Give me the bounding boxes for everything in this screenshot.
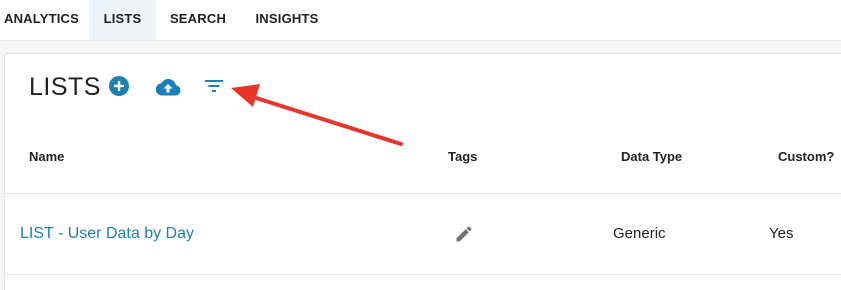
tab-lists[interactable]: LISTS	[89, 0, 156, 40]
custom-value: Yes	[769, 225, 794, 242]
table-divider	[5, 193, 841, 194]
edit-tags-button[interactable]	[454, 224, 474, 244]
list-name-link[interactable]: LIST - User Data by Day	[20, 225, 194, 243]
upload-list-button[interactable]	[155, 78, 181, 96]
filter-icon	[205, 80, 223, 92]
pencil-icon	[456, 226, 472, 242]
filter-button[interactable]	[205, 79, 223, 93]
column-header-tags[interactable]: Tags	[448, 149, 477, 164]
tab-search[interactable]: SEARCH	[158, 0, 238, 40]
table-divider	[5, 274, 841, 275]
top-navigation: ANALYTICS LISTS SEARCH INSIGHTS	[0, 0, 841, 41]
plus-circle-icon	[109, 76, 129, 96]
cloud-upload-icon	[155, 79, 181, 96]
column-header-data-type[interactable]: Data Type	[621, 149, 682, 164]
page-title: LISTS	[29, 73, 101, 101]
add-list-button[interactable]	[109, 76, 129, 96]
column-header-custom[interactable]: Custom?	[778, 149, 834, 164]
tab-analytics[interactable]: ANALYTICS	[0, 0, 88, 40]
data-type-value: Generic	[613, 225, 666, 242]
column-header-name[interactable]: Name	[29, 149, 64, 164]
tab-insights[interactable]: INSIGHTS	[244, 0, 330, 40]
lists-panel: LISTS Name Tags Data Type Custom? LIST -…	[4, 53, 841, 290]
